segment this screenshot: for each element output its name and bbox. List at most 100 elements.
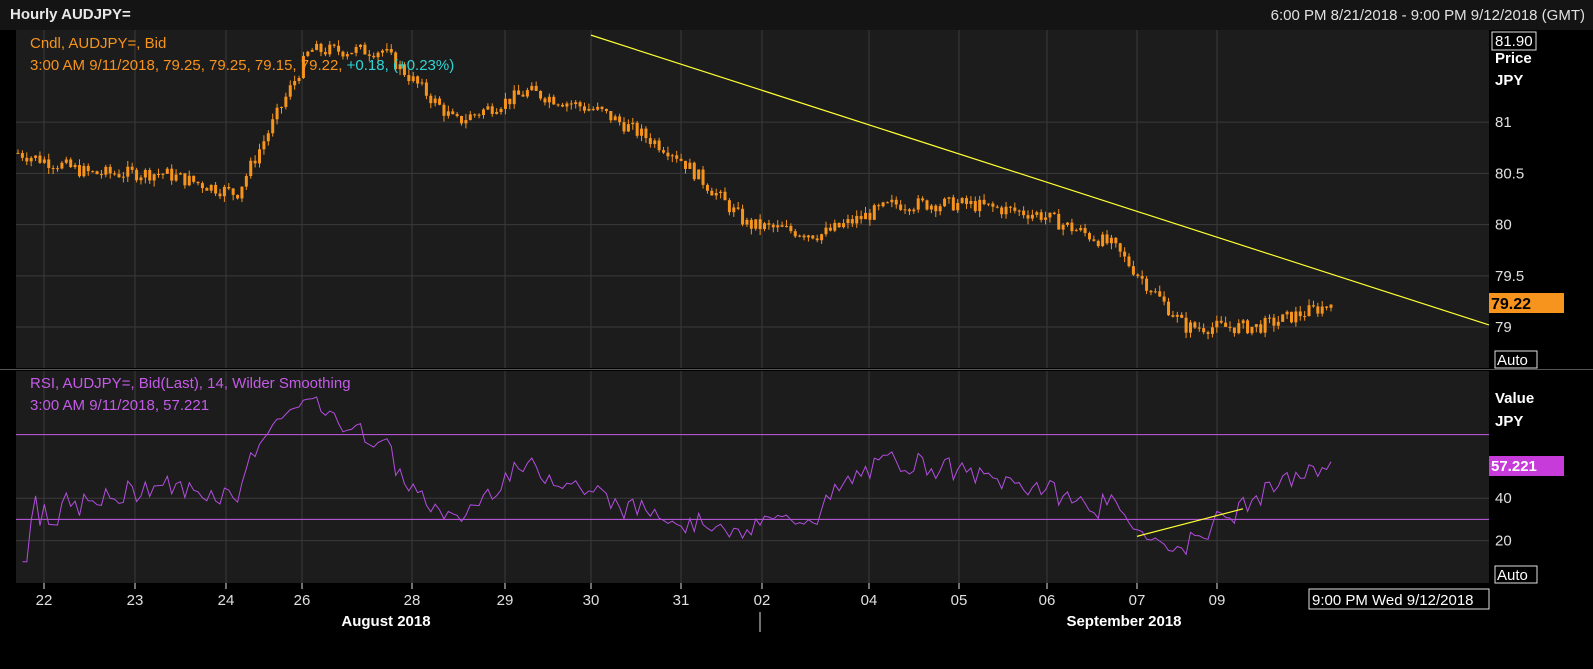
candle-body [1017, 210, 1021, 212]
candle-body [1083, 228, 1087, 234]
price-legend-values: 3:00 AM 9/11/2018, 79.25, 79.25, 79.15, … [30, 57, 454, 74]
price-tick-label: 79 [1495, 319, 1512, 336]
candle-body [771, 224, 775, 228]
candle-body [1254, 324, 1258, 327]
candle-body [1311, 305, 1315, 307]
candle-body [196, 181, 200, 184]
candle-body [714, 192, 718, 196]
candle-body [1263, 317, 1267, 333]
candle-body [293, 81, 297, 86]
candle-body [1008, 206, 1012, 208]
candle-body [108, 166, 112, 174]
price-tick-label: 81 [1495, 114, 1512, 131]
candle-body [148, 169, 152, 181]
candle-body [1184, 317, 1188, 333]
candle-body [1070, 222, 1074, 232]
x-tick-label: 06 [1039, 592, 1056, 609]
price-auto-button[interactable]: Auto [1497, 352, 1528, 369]
rsi-legend-values: 3:00 AM 9/11/2018, 57.221 [30, 397, 209, 414]
candle-body [139, 177, 143, 181]
candle-body [332, 44, 336, 46]
candle-body [38, 155, 42, 163]
candle-body [73, 165, 77, 168]
price-tick-label: 80.5 [1495, 165, 1524, 182]
candle-body [47, 159, 51, 168]
rsi-axis-ticks: 2040 [1495, 490, 1512, 549]
candle-body [850, 219, 854, 224]
candle-body [192, 175, 196, 182]
rsi-legend-title: RSI, AUDJPY=, Bid(Last), 14, Wilder Smoo… [30, 375, 351, 392]
candle-body [104, 166, 108, 175]
candle-body [1228, 326, 1232, 328]
candle-body [310, 50, 314, 52]
price-panel[interactable] [16, 30, 1489, 368]
candle-body [1219, 320, 1223, 323]
price-legend-ohlc: 3:00 AM 9/11/2018, 79.25, 79.25, 79.15, … [30, 57, 342, 74]
candle-body [569, 103, 573, 105]
x-tick-label: 05 [951, 592, 968, 609]
price-legend-title: Cndl, AUDJPY=, Bid [30, 35, 166, 52]
candle-body [846, 219, 850, 224]
candle-body [626, 124, 630, 132]
candle-body [556, 104, 560, 106]
candle-body [152, 174, 156, 181]
candle-body [885, 202, 889, 204]
candle-body [51, 167, 55, 169]
candle-body [420, 82, 424, 84]
candle-body [670, 155, 674, 157]
candle-body [859, 215, 863, 220]
candle-body [701, 169, 705, 185]
candle-body [855, 215, 859, 224]
candle-body [653, 140, 657, 145]
candle-body [1118, 243, 1122, 252]
candle-body [227, 186, 231, 189]
month-label-september: September 2018 [1066, 613, 1181, 630]
candle-body [1188, 322, 1192, 333]
candle-body [1048, 212, 1052, 218]
candle-body [113, 173, 117, 175]
x-tick-label: 07 [1129, 592, 1146, 609]
candle-body [288, 85, 292, 97]
candle-body [741, 208, 745, 225]
candle-body [894, 199, 898, 205]
candle-body [1316, 306, 1320, 314]
candle-body [692, 162, 696, 180]
candle-body [1074, 230, 1078, 232]
candle-body [727, 200, 731, 213]
rsi-auto-button[interactable]: Auto [1497, 567, 1528, 584]
candle-body [662, 150, 666, 153]
candle-body [367, 54, 371, 56]
candle-body [1087, 233, 1091, 240]
candle-body [416, 76, 420, 84]
candle-body [890, 199, 894, 203]
candle-body [1241, 320, 1245, 324]
candle-body [442, 104, 446, 116]
price-axis-unit: JPY [1495, 72, 1523, 89]
candle-body [929, 205, 933, 210]
chart-svg[interactable]: Cndl, AUDJPY=, Bid 3:00 AM 9/11/2018, 79… [0, 0, 1593, 669]
candle-body [1202, 328, 1206, 333]
candle-body [170, 168, 174, 181]
candle-body [99, 174, 103, 176]
candle-body [359, 44, 363, 48]
candle-body [806, 235, 810, 238]
candle-body [464, 120, 468, 124]
candle-body [736, 207, 740, 209]
candle-body [34, 155, 38, 158]
x-axis-ticks: 22 23 24 26 28 29 30 31 02 04 05 06 07 09 [36, 583, 1225, 609]
month-label-august: August 2018 [341, 613, 430, 630]
candle-body [1210, 327, 1214, 334]
candle-body [389, 49, 393, 53]
candle-body [240, 186, 244, 199]
rsi-panel[interactable] [16, 371, 1489, 583]
candle-body [767, 223, 771, 225]
candle-body [253, 160, 257, 164]
candle-body [1303, 316, 1307, 318]
candle-body [864, 212, 868, 220]
candle-body [951, 197, 955, 211]
candle-body [64, 159, 68, 163]
price-legend-change: +0.18, (+0.23%) [342, 57, 454, 74]
candle-body [473, 114, 477, 116]
candle-body [468, 114, 472, 121]
candle-body [1329, 304, 1333, 308]
